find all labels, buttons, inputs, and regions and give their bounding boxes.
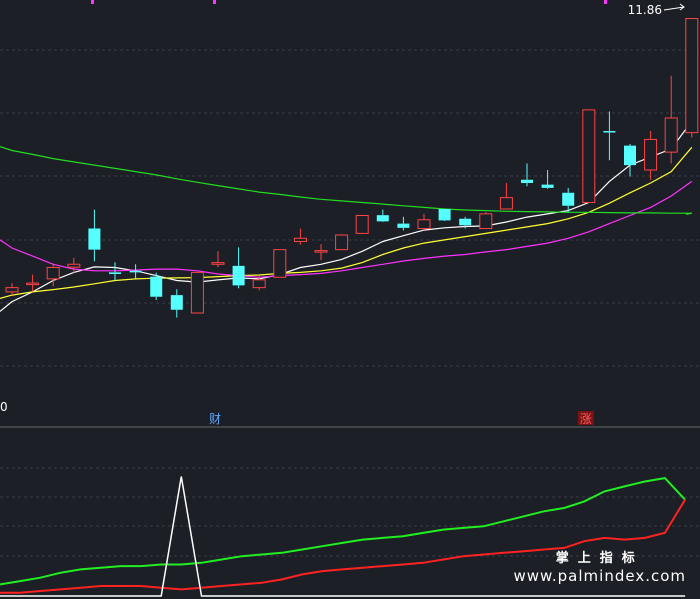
candle	[190, 271, 204, 314]
high-price-label: 11.86	[628, 3, 662, 17]
candle	[314, 244, 328, 261]
candle	[5, 283, 19, 296]
candle-body-up	[335, 234, 349, 251]
candle-body-up	[314, 250, 328, 253]
candle	[355, 215, 369, 234]
candle-body-up	[685, 18, 699, 134]
sub-panel-grid	[0, 467, 700, 557]
candle	[664, 75, 678, 164]
candle	[685, 18, 699, 138]
candle	[150, 272, 163, 300]
candle-body-up	[273, 249, 287, 278]
candle-body-down	[624, 145, 636, 166]
candle	[624, 144, 636, 177]
candle	[521, 163, 533, 187]
candle-body-down	[562, 192, 575, 206]
candle-body-up	[211, 262, 225, 265]
candle	[438, 209, 451, 222]
candle-body-up	[5, 287, 19, 293]
candle-body-up	[582, 109, 596, 203]
candle-body-down	[376, 215, 389, 222]
candle-body-up	[664, 117, 678, 153]
high-price-arrow	[663, 3, 685, 11]
candle-body-up	[417, 219, 431, 230]
candle-body-down	[129, 270, 142, 273]
candle	[232, 247, 245, 289]
candle	[499, 183, 513, 210]
left-axis-label: 0	[0, 400, 8, 414]
candle-body-up	[644, 138, 658, 171]
candle-body-down	[397, 223, 410, 228]
signal-marker-label: 财	[209, 412, 221, 426]
candle	[335, 234, 349, 251]
top-tick-mark	[91, 0, 94, 4]
candle-body-down	[521, 179, 533, 183]
candle-body-up	[479, 213, 493, 229]
candle-body-down	[232, 265, 245, 286]
candle	[397, 216, 410, 231]
top-marker-ticks	[91, 0, 607, 4]
candle-body-up	[26, 282, 40, 286]
candle	[67, 257, 81, 273]
watermark-title: 掌上指标	[555, 551, 644, 567]
candle-body-down	[109, 272, 121, 274]
candle	[479, 212, 493, 229]
candle	[644, 131, 658, 180]
signal-markers: 财涨	[209, 411, 594, 426]
stock-chart: 11.86 0 财涨	[0, 0, 700, 597]
watermark-url: www.palmindex.com	[513, 567, 686, 585]
candle	[211, 251, 225, 268]
candle	[376, 209, 389, 222]
candle-body-down	[459, 218, 472, 226]
candle	[129, 264, 142, 279]
signal-marker-label: 涨	[580, 411, 592, 426]
top-tick-mark	[604, 0, 607, 4]
candle-body-down	[438, 209, 451, 221]
candle	[603, 111, 616, 161]
candle	[293, 228, 307, 245]
candle	[273, 249, 287, 278]
candle-body-down	[170, 295, 183, 310]
candle	[170, 289, 183, 318]
candle-body-up	[293, 237, 307, 242]
candle-body-up	[190, 271, 204, 314]
candle-body-down	[541, 184, 554, 188]
candle	[88, 209, 101, 262]
candle	[417, 213, 431, 231]
high-price-callout: 11.86	[628, 3, 685, 17]
candle-body-up	[355, 215, 369, 234]
candle-body-up	[67, 263, 81, 268]
candle-body-up	[499, 197, 513, 210]
candle-body-up	[46, 267, 60, 280]
watermark: 掌上指标 www.palmindex.com	[513, 551, 686, 585]
main-panel-grid	[0, 49, 700, 367]
candle-body-up	[252, 279, 266, 289]
top-tick-mark	[213, 0, 216, 4]
candle-body-down	[150, 276, 163, 297]
candle-body-down	[603, 131, 616, 133]
candle	[582, 109, 596, 203]
candle	[541, 170, 554, 189]
candle-body-down	[88, 228, 101, 250]
